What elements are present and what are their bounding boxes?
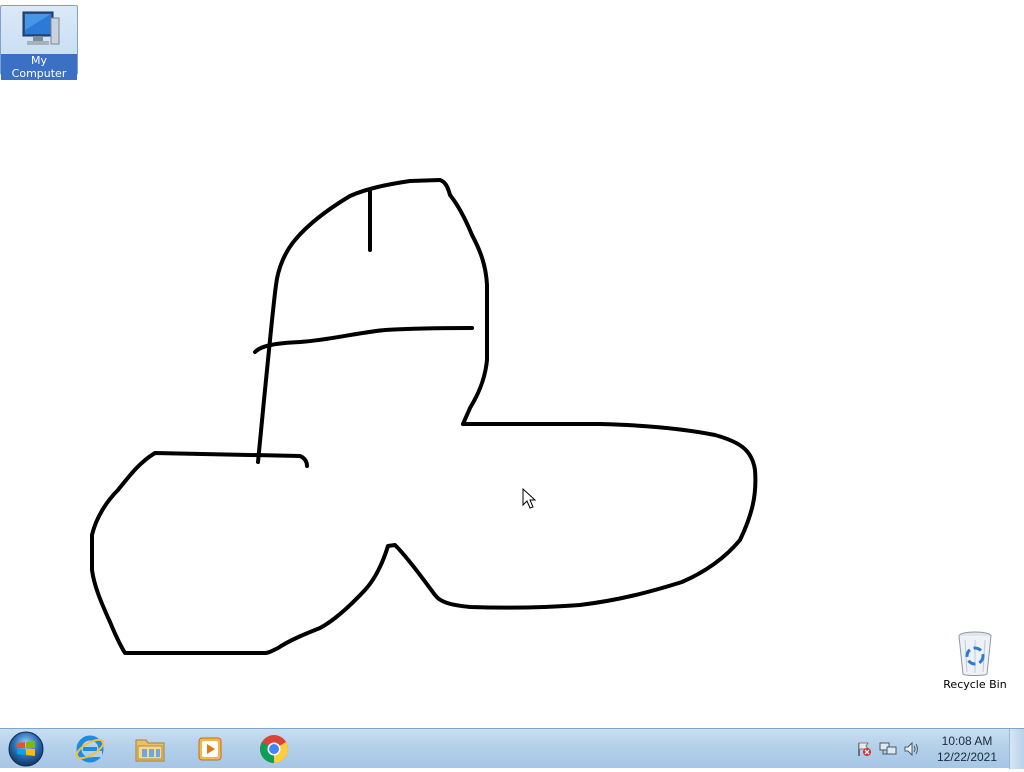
chrome-icon bbox=[260, 735, 288, 763]
system-tray: 10:08 AM 12/22/2021 bbox=[853, 729, 1024, 769]
start-button[interactable] bbox=[6, 730, 46, 768]
media-player-icon bbox=[198, 737, 222, 761]
desktop-icon-label: Recycle Bin bbox=[943, 678, 1007, 691]
recycle-bin-desktop-icon[interactable]: Recycle Bin bbox=[936, 630, 1014, 700]
show-desktop-button[interactable] bbox=[1009, 729, 1024, 769]
taskbar-file-explorer-button[interactable] bbox=[122, 731, 178, 767]
internet-explorer-icon bbox=[75, 735, 105, 763]
taskbar-chrome-button[interactable] bbox=[246, 731, 302, 767]
tray-volume[interactable] bbox=[901, 739, 923, 759]
taskbar-media-player-button[interactable] bbox=[182, 731, 238, 767]
drawing-stroke bbox=[256, 178, 489, 464]
taskbar: 10:08 AM 12/22/2021 bbox=[0, 728, 1024, 769]
drawing-stroke bbox=[90, 422, 758, 655]
windows-start-orb-icon bbox=[8, 731, 44, 767]
clock-date: 12/22/2021 bbox=[936, 750, 998, 764]
taskbar-clock[interactable]: 10:08 AM 12/22/2021 bbox=[931, 733, 1003, 765]
action-center-flag-icon bbox=[858, 742, 871, 756]
drawing-stroke bbox=[253, 326, 474, 354]
freehand-drawing bbox=[90, 178, 758, 655]
desktop[interactable]: My Computer Recycle Bin bbox=[0, 0, 1024, 728]
recycle-bin-icon bbox=[958, 631, 992, 676]
clock-time: 10:08 AM bbox=[941, 734, 993, 748]
network-icon bbox=[879, 742, 897, 755]
taskbar-internet-explorer-button[interactable] bbox=[62, 731, 118, 767]
tray-action-center[interactable] bbox=[853, 739, 875, 759]
mouse-cursor-icon bbox=[522, 488, 537, 509]
volume-icon bbox=[904, 741, 918, 757]
tray-network[interactable] bbox=[877, 739, 899, 759]
file-explorer-icon bbox=[135, 739, 165, 762]
